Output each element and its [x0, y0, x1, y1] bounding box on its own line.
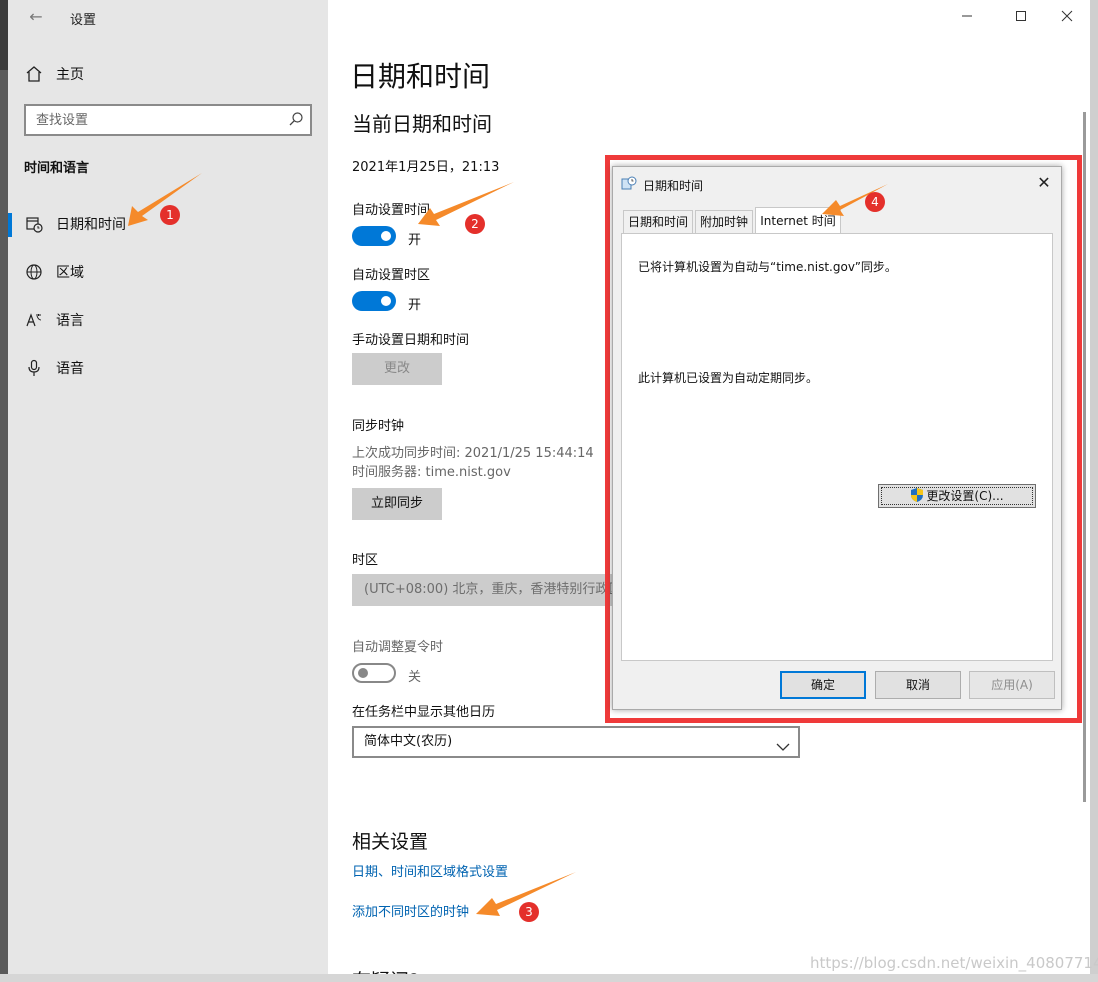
microphone-icon — [24, 359, 44, 379]
annotation-badge-2: 2 — [465, 214, 485, 234]
sidebar-item-speech[interactable]: 语音 — [8, 352, 328, 386]
current-datetime: 2021年1月25日，21:13 — [352, 160, 500, 175]
ok-button[interactable]: 确定 — [780, 671, 866, 699]
home-icon — [24, 65, 44, 85]
language-icon — [24, 311, 44, 331]
annotation-badge-4: 4 — [865, 192, 885, 212]
sync-label: 同步时钟 — [352, 419, 405, 434]
change-settings-label: 更改设置(C)... — [926, 489, 1004, 503]
calendar-label: 在任务栏中显示其他日历 — [352, 705, 496, 720]
scrollbar[interactable] — [1083, 112, 1086, 802]
time-server-text: 时间服务器: time.nist.gov — [352, 465, 511, 480]
tab-date-time[interactable]: 日期和时间 — [623, 210, 693, 234]
add-clocks-link[interactable]: 添加不同时区的时钟 — [352, 901, 469, 920]
dialog-close-button[interactable]: ✕ — [1031, 169, 1057, 197]
related-heading: 相关设置 — [352, 831, 429, 853]
chevron-down-icon — [776, 736, 790, 751]
page-title: 日期和时间 — [350, 60, 491, 93]
manual-time-label: 手动设置日期和时间 — [352, 333, 470, 348]
close-button[interactable] — [1044, 2, 1090, 32]
auto-zone-label: 自动设置时区 — [352, 268, 431, 283]
sidebar-item-label: 主页 — [56, 67, 84, 83]
window-title: 设置 — [70, 13, 97, 28]
last-sync-text: 上次成功同步时间: 2021/1/25 15:44:14 — [352, 446, 594, 461]
sidebar-item-region[interactable]: 区域 — [8, 256, 328, 290]
maximize-button[interactable] — [998, 2, 1044, 32]
dst-label: 自动调整夏令时 — [352, 640, 444, 655]
section-title: 当前日期和时间 — [352, 112, 492, 136]
sidebar-section-heading: 时间和语言 — [24, 161, 90, 176]
sync-now-button[interactable]: 立即同步 — [352, 488, 442, 520]
minimize-button[interactable] — [944, 2, 990, 32]
sidebar-item-label: 日期和时间 — [56, 217, 126, 233]
calendar-clock-icon — [24, 215, 44, 235]
taskbar-strip — [0, 974, 1098, 982]
internet-time-panel: 已将计算机设置为自动与“time.nist.gov”同步。 此计算机已设置为自动… — [621, 233, 1053, 661]
date-time-dialog-icon — [621, 175, 637, 191]
date-time-dialog: 日期和时间 ✕ 日期和时间 附加时钟 Internet 时间 已将计算机设置为自… — [612, 166, 1062, 710]
questions-heading: 有疑问? — [352, 966, 419, 974]
auto-time-label: 自动设置时间 — [352, 203, 431, 218]
format-settings-link[interactable]: 日期、时间和区域格式设置 — [352, 861, 508, 880]
search-input[interactable] — [26, 106, 278, 134]
sidebar-item-language[interactable]: 语言 — [8, 304, 328, 338]
auto-time-state: 开 — [408, 233, 422, 248]
annotation-badge-3: 3 — [519, 902, 539, 922]
auto-sync-text: 此计算机已设置为自动定期同步。 — [638, 371, 819, 385]
calendar-select-value: 简体中文(农历) — [364, 734, 453, 749]
apply-button[interactable]: 应用(A) — [969, 671, 1055, 699]
change-button[interactable]: 更改 — [352, 353, 442, 385]
sync-status-text: 已将计算机设置为自动与“time.nist.gov”同步。 — [638, 260, 897, 274]
cancel-button[interactable]: 取消 — [875, 671, 961, 699]
back-button[interactable]: ← — [22, 6, 50, 30]
sidebar: ← 设置 主页 时间和语言 日期和时间 区域 — [8, 0, 328, 974]
sidebar-item-home[interactable]: 主页 — [8, 60, 328, 90]
sidebar-item-label: 语音 — [56, 361, 84, 377]
tab-internet-time[interactable]: Internet 时间 — [755, 207, 841, 235]
timezone-label: 时区 — [352, 553, 379, 568]
globe-icon — [24, 263, 44, 283]
calendar-select[interactable]: 简体中文(农历) — [352, 726, 800, 758]
sidebar-item-label: 区域 — [56, 265, 84, 281]
dst-toggle[interactable] — [352, 663, 396, 683]
dialog-title: 日期和时间 — [643, 179, 704, 193]
watermark: https://blog.csdn.net/weixin_40807714 — [810, 954, 1098, 972]
desktop-edge — [1090, 0, 1098, 982]
auto-time-toggle[interactable] — [352, 226, 396, 246]
annotation-badge-1: 1 — [160, 205, 180, 225]
dst-state: 关 — [408, 670, 422, 685]
search-box[interactable] — [24, 104, 312, 136]
search-icon[interactable] — [288, 111, 304, 127]
auto-zone-state: 开 — [408, 298, 422, 313]
sidebar-item-label: 语言 — [56, 313, 84, 329]
auto-zone-toggle[interactable] — [352, 291, 396, 311]
tab-additional-clocks[interactable]: 附加时钟 — [695, 210, 753, 234]
change-settings-button[interactable]: 更改设置(C)... — [878, 484, 1036, 508]
uac-shield-icon — [910, 487, 924, 503]
